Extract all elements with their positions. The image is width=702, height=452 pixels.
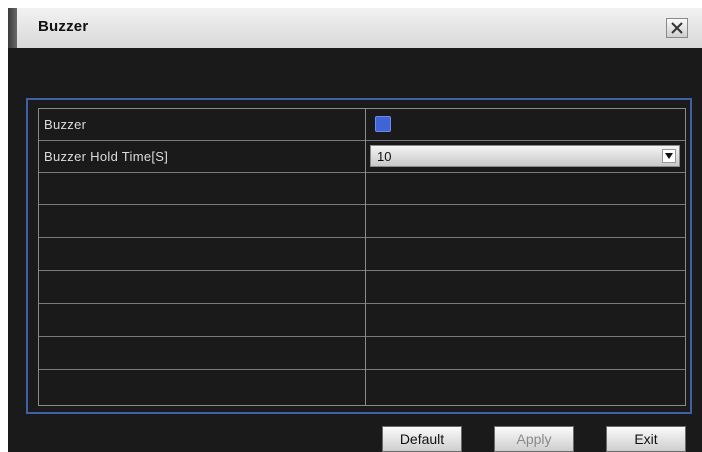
hold-time-select[interactable]: 10 xyxy=(370,145,680,167)
empty-row xyxy=(39,272,685,304)
empty-row xyxy=(39,371,685,403)
buzzer-checkbox[interactable] xyxy=(375,116,391,132)
exit-button[interactable]: Exit xyxy=(606,426,686,452)
close-icon xyxy=(671,22,683,34)
empty-row xyxy=(39,206,685,238)
default-button[interactable]: Default xyxy=(382,426,462,452)
dropdown-button[interactable] xyxy=(662,149,676,163)
apply-button[interactable]: Apply xyxy=(494,426,574,452)
empty-row xyxy=(39,173,685,205)
buzzer-dialog: Buzzer Buzzer Buzzer Hold Time[S] 10 Def… xyxy=(8,8,702,452)
settings-grid: Buzzer Buzzer Hold Time[S] 10 xyxy=(38,108,686,406)
dialog-title: Buzzer xyxy=(38,18,89,35)
column-divider xyxy=(365,109,366,405)
hold-time-value: 10 xyxy=(377,149,392,164)
buzzer-label: Buzzer xyxy=(44,117,87,132)
close-button[interactable] xyxy=(666,18,688,38)
hold-time-label: Buzzer Hold Time[S] xyxy=(44,149,169,164)
title-bar-edge xyxy=(8,8,17,48)
title-bar: Buzzer xyxy=(8,8,702,48)
empty-row xyxy=(39,305,685,337)
setting-row-hold-time: Buzzer Hold Time[S] 10 xyxy=(39,141,685,173)
chevron-down-icon xyxy=(665,153,673,159)
empty-row xyxy=(39,239,685,271)
setting-row-buzzer: Buzzer xyxy=(39,109,685,141)
empty-row xyxy=(39,338,685,370)
settings-panel: Buzzer Buzzer Hold Time[S] 10 xyxy=(26,98,692,414)
